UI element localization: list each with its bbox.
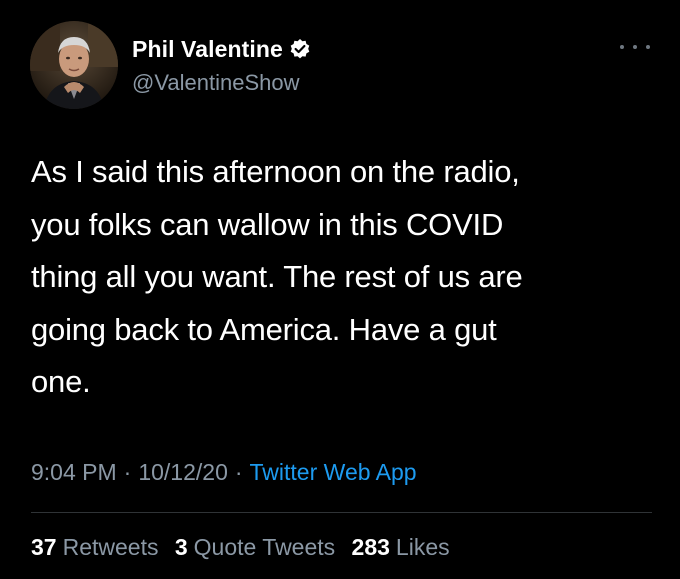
tweet-header: Phil Valentine @ValentineShow <box>132 34 311 96</box>
name-row: Phil Valentine <box>132 34 311 64</box>
divider <box>31 512 652 513</box>
tweet-text-line: As I said this afternoon on the radio, <box>31 154 520 189</box>
avatar[interactable] <box>30 21 118 109</box>
more-dot <box>620 45 624 49</box>
quote-tweets-count: 3 <box>174 534 188 560</box>
quote-tweets-stat[interactable]: 3 Quote Tweets <box>175 534 335 560</box>
more-options-icon[interactable] <box>620 40 650 54</box>
more-dot <box>646 45 650 49</box>
engagement-stats: 37 Retweets 3 Quote Tweets 283 Likes <box>31 534 460 561</box>
retweets-stat[interactable]: 37 Retweets <box>31 534 158 560</box>
meta-separator: · <box>234 459 243 485</box>
tweet-text-line: going back to America. Have a gut <box>31 311 497 347</box>
retweets-label: Retweets <box>62 534 159 560</box>
tweet-card: Phil Valentine @ValentineShow As I said … <box>0 0 680 579</box>
quote-tweets-label: Quote Tweets <box>193 534 336 560</box>
tweet-text-line: thing all you want. The rest of us are <box>31 259 523 294</box>
avatar-photo <box>30 21 118 109</box>
tweet-source-link[interactable]: Twitter Web App <box>250 459 417 485</box>
tweet-date[interactable]: 10/12/20 <box>138 459 228 485</box>
meta-separator: · <box>123 459 132 485</box>
more-dot <box>633 45 637 49</box>
likes-count: 283 <box>351 534 390 560</box>
tweet-text-line: one. <box>31 364 91 399</box>
likes-stat[interactable]: 283 Likes <box>352 534 450 560</box>
verified-badge-icon <box>289 38 311 60</box>
retweets-count: 37 <box>31 534 57 560</box>
tweet-text-line: you folks can wallow in this COVID <box>31 206 504 242</box>
tweet-meta: 9:04 PM · 10/12/20 · Twitter Web App <box>31 459 417 486</box>
tweet-text: As I said this afternoon on the radio, y… <box>31 146 651 409</box>
user-handle[interactable]: @ValentineShow <box>132 70 311 96</box>
likes-label: Likes <box>395 534 450 560</box>
display-name[interactable]: Phil Valentine <box>132 36 283 63</box>
tweet-time[interactable]: 9:04 PM <box>31 459 117 485</box>
